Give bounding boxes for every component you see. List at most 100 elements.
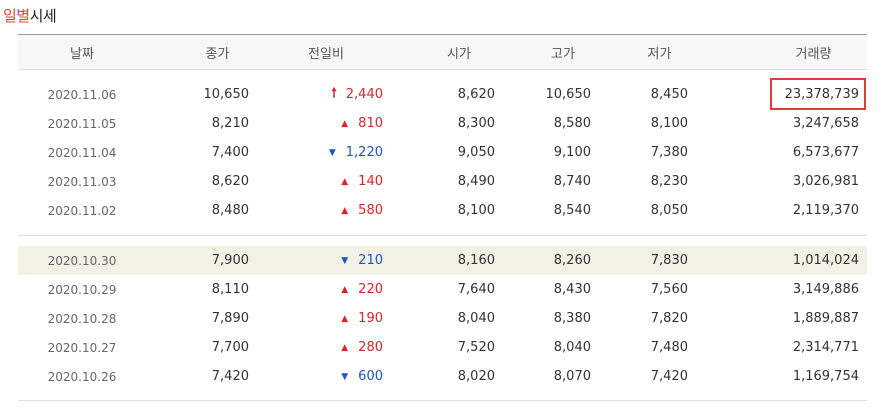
diff-cell: ▼ 1,220: [249, 138, 383, 167]
volume-highlight-box: [770, 78, 866, 110]
date-cell: 2020.11.04: [47, 145, 117, 160]
up-arrow-icon: 🠕: [331, 85, 337, 101]
close-cell: 8,480: [211, 203, 249, 218]
open-cell: 8,620: [457, 87, 495, 102]
low-cell: 7,820: [650, 311, 688, 326]
open-cell: 7,520: [457, 340, 495, 355]
diff-value: 140: [358, 174, 383, 189]
diff-cell: 🠕 2,440: [249, 80, 383, 109]
down-triangle-icon: ▼: [341, 255, 349, 266]
up-triangle-icon: ▲: [341, 118, 349, 129]
close-cell: 7,420: [211, 369, 249, 384]
date-cell: 2020.11.06: [47, 87, 117, 102]
volume-cell: 3,149,886: [792, 282, 859, 297]
group-divider: [18, 400, 867, 401]
diff-cell: ▲ 580: [249, 196, 383, 225]
date-cell: 2020.11.02: [47, 203, 117, 218]
open-cell: 8,490: [457, 174, 495, 189]
header-volume: 거래량: [795, 46, 832, 62]
section-title-rest: 시세: [29, 7, 57, 25]
up-triangle-icon: ▲: [341, 176, 349, 187]
table-row: 2020.10.29 8,110 7,640 8,430 7,560 3,149,886 ▲…: [18, 275, 867, 304]
table-row: 2020.10.30 7,900 8,160 8,260 7,830 1,014,024 ▼…: [18, 246, 867, 275]
volume-cell: 6,573,677: [792, 145, 859, 160]
table-row: 2020.10.28 7,890 8,040 8,380 7,820 1,889,887 ▲…: [18, 304, 867, 333]
diff-value: 580: [358, 203, 383, 218]
low-cell: 7,830: [650, 253, 688, 268]
date-cell: 2020.10.30: [47, 253, 117, 268]
low-cell: 7,420: [650, 369, 688, 384]
low-cell: 7,560: [650, 282, 688, 297]
down-triangle-icon: ▼: [328, 147, 336, 158]
table-row: 2020.11.04 7,400 9,050 9,100 7,380 6,573,677 ▼…: [18, 138, 867, 167]
low-cell: 7,380: [650, 145, 688, 160]
low-cell: 8,450: [650, 87, 688, 102]
up-triangle-icon: ▲: [341, 205, 349, 216]
open-cell: 8,040: [457, 311, 495, 326]
date-cell: 2020.10.26: [47, 369, 117, 384]
header-diff: 전일비: [308, 46, 344, 62]
up-triangle-icon: ▲: [341, 342, 349, 353]
low-cell: 8,230: [650, 174, 688, 189]
diff-cell: ▲ 810: [249, 109, 383, 138]
down-triangle-icon: ▼: [341, 371, 349, 382]
close-cell: 7,900: [211, 253, 249, 268]
header-low: 저가: [647, 46, 672, 62]
table-row: 2020.11.03 8,620 8,490 8,740 8,230 3,026,981 ▲…: [18, 167, 867, 196]
low-cell: 8,100: [650, 116, 688, 131]
low-cell: 8,050: [650, 203, 688, 218]
high-cell: 8,540: [553, 203, 591, 218]
date-cell: 2020.11.05: [47, 116, 117, 131]
volume-cell: 2,119,370: [792, 203, 859, 218]
up-triangle-icon: ▲: [341, 313, 349, 324]
close-cell: 7,700: [211, 340, 249, 355]
group-divider: [18, 235, 867, 236]
close-cell: 8,110: [211, 282, 249, 297]
table-row: 2020.11.06 10,650 8,620 10,650 8,450 23,378,7…: [18, 80, 867, 109]
up-triangle-icon: ▲: [341, 284, 349, 295]
open-cell: 8,300: [457, 116, 495, 131]
diff-cell: ▲ 220: [249, 275, 383, 304]
table-header: 날짜 종가 전일비 시가 고가 저가 거래량: [18, 35, 867, 70]
date-cell: 2020.10.28: [47, 311, 117, 326]
high-cell: 8,380: [553, 311, 591, 326]
diff-cell: ▲ 190: [249, 304, 383, 333]
open-cell: 8,160: [457, 253, 495, 268]
volume-cell: 1,889,887: [792, 311, 859, 326]
diff-cell: ▼ 600: [249, 362, 383, 391]
high-cell: 8,580: [553, 116, 591, 131]
high-cell: 8,040: [553, 340, 591, 355]
high-cell: 8,070: [553, 369, 591, 384]
table-row: 2020.10.27 7,700 7,520 8,040 7,480 2,314,771 ▲…: [18, 333, 867, 362]
open-cell: 8,100: [457, 203, 495, 218]
date-cell: 2020.11.03: [47, 174, 117, 189]
high-cell: 10,650: [545, 87, 592, 102]
open-cell: 9,050: [457, 145, 495, 160]
volume-cell: 2,314,771: [792, 340, 859, 355]
table-row: 2020.10.26 7,420 8,020 8,070 7,420 1,169,754 ▼…: [18, 362, 867, 391]
low-cell: 7,480: [650, 340, 688, 355]
high-cell: 8,430: [553, 282, 591, 297]
diff-cell: ▼ 210: [249, 246, 383, 275]
diff-value: 190: [358, 311, 383, 326]
date-cell: 2020.10.27: [47, 340, 117, 355]
high-cell: 9,100: [553, 145, 591, 160]
section-title: 일별시세: [3, 6, 57, 26]
diff-cell: ▲ 280: [249, 333, 383, 362]
volume-cell: 1,169,754: [792, 369, 859, 384]
diff-value: 600: [358, 369, 383, 384]
diff-value: 220: [358, 282, 383, 297]
high-cell: 8,740: [553, 174, 591, 189]
volume-cell: 3,026,981: [792, 174, 859, 189]
diff-cell: ▲ 140: [249, 167, 383, 196]
volume-cell: 3,247,658: [792, 116, 859, 131]
diff-value: 810: [358, 116, 383, 131]
header-date: 날짜: [70, 46, 94, 62]
close-cell: 7,400: [211, 145, 249, 160]
close-cell: 7,890: [211, 311, 249, 326]
diff-value: 1,220: [345, 145, 383, 160]
close-cell: 8,620: [211, 174, 249, 189]
volume-cell: 1,014,024: [792, 253, 859, 268]
header-close: 종가: [205, 46, 230, 62]
table-row: 2020.11.05 8,210 8,300 8,580 8,100 3,247,658 ▲…: [18, 109, 867, 138]
